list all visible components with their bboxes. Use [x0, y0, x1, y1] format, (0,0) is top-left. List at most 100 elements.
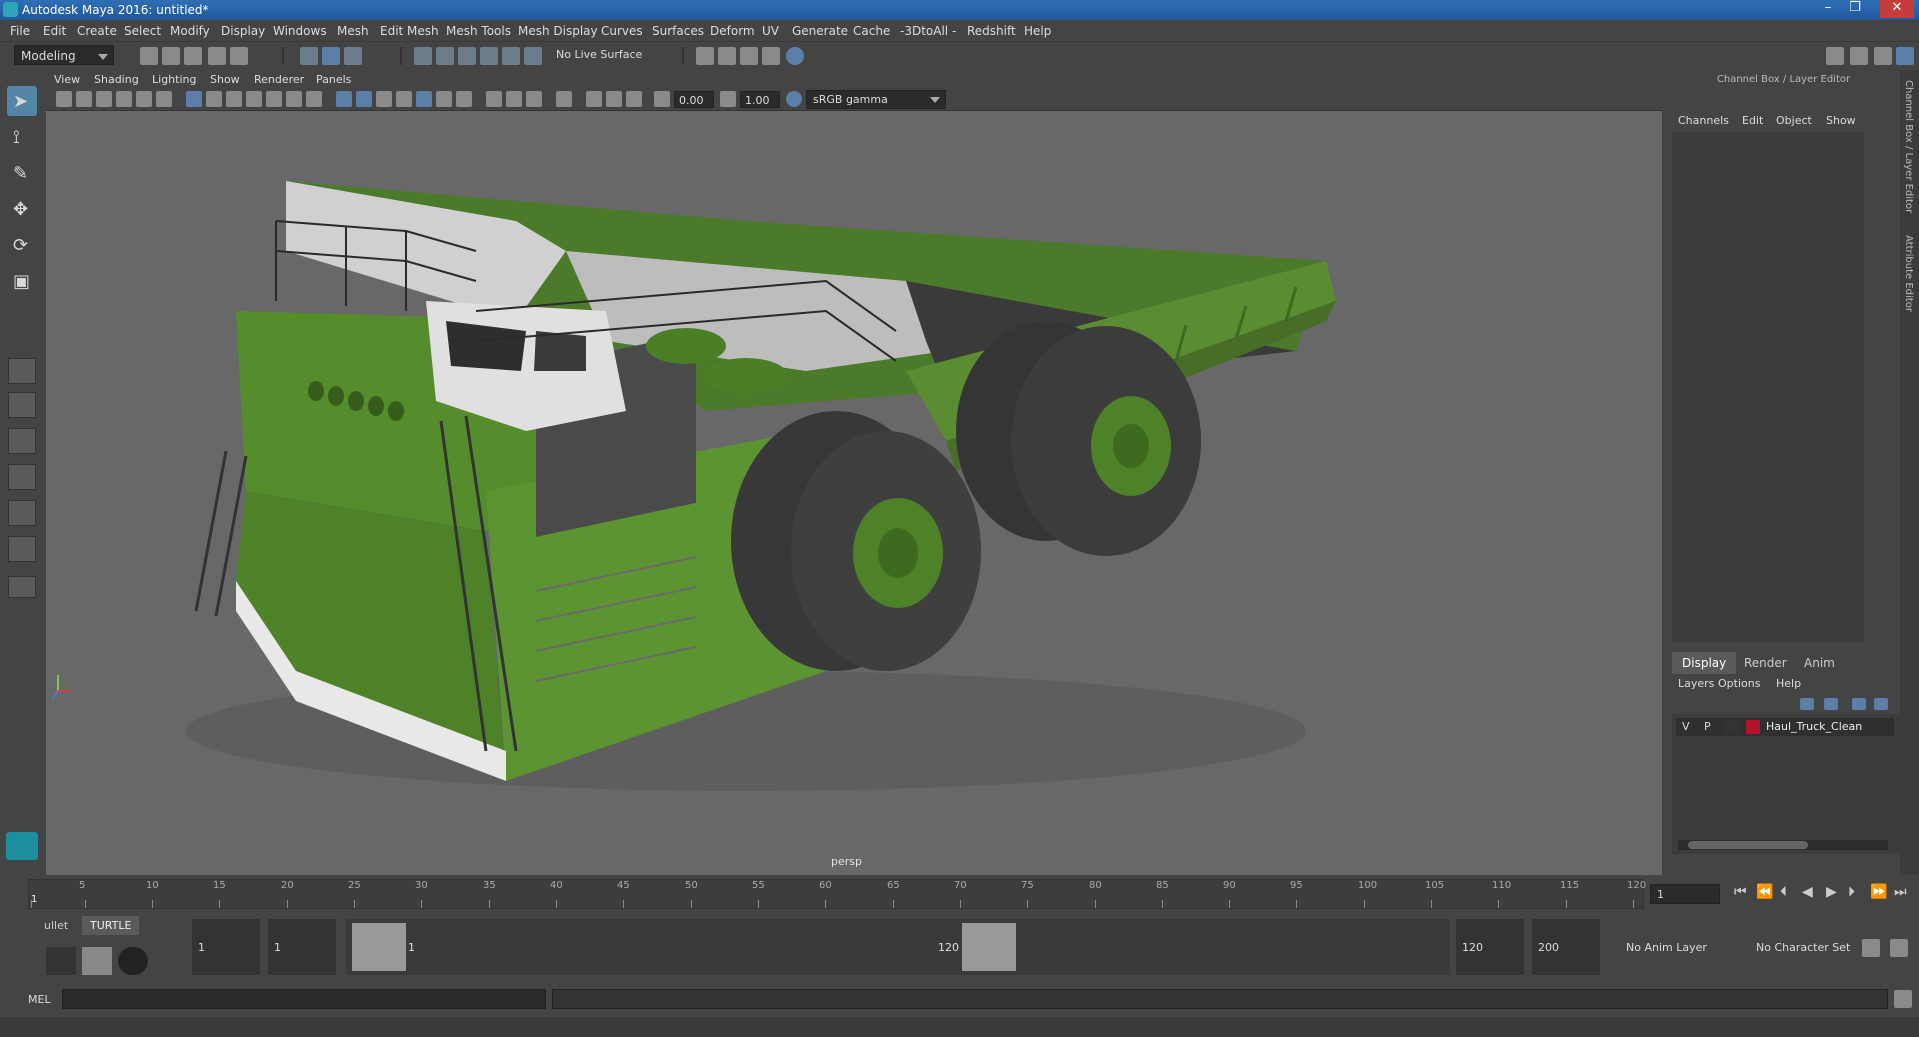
camera-attr-icon[interactable] [76, 91, 92, 107]
menu-3dtoall[interactable]: -3DtoAll - [900, 24, 956, 38]
viewport-menu-view[interactable]: View [54, 73, 80, 86]
cb-menu-edit[interactable]: Edit [1742, 114, 1763, 127]
undo-icon[interactable] [208, 47, 226, 65]
snap-view-plane-icon[interactable] [480, 47, 498, 65]
new-scene-icon[interactable] [140, 47, 158, 65]
scrollbar-thumb[interactable] [1688, 841, 1808, 849]
scale-tool[interactable]: ▣ [7, 266, 37, 296]
2d-pan-zoom-icon[interactable] [136, 91, 152, 107]
shelf-tab-turtle[interactable]: TURTLE [82, 916, 140, 935]
grid-icon[interactable] [186, 91, 202, 107]
snap-magnet-icon[interactable] [524, 47, 542, 65]
viewport-menu-lighting[interactable]: Lighting [152, 73, 196, 86]
new-empty-layer-icon[interactable] [1852, 698, 1866, 710]
default-material-icon[interactable] [376, 91, 392, 107]
select-hierarchy-icon[interactable] [300, 47, 318, 65]
menu-help[interactable]: Help [1024, 24, 1051, 38]
script-editor-icon[interactable] [1894, 990, 1912, 1008]
menu-select[interactable]: Select [124, 24, 161, 38]
exposure-field[interactable]: 0.00 [674, 91, 714, 108]
color-management-icon[interactable] [786, 91, 802, 107]
persp-graph-layout-button[interactable] [8, 464, 36, 490]
character-set-dropdown[interactable]: No Character Set [1750, 919, 1860, 975]
range-start-handle[interactable] [352, 923, 406, 971]
layer-color-swatch[interactable] [1746, 720, 1760, 734]
hypershade-icon[interactable] [786, 47, 804, 65]
layer-name[interactable]: Haul_Truck_Clean [1766, 720, 1862, 733]
viewport-menu-show[interactable]: Show [210, 73, 240, 86]
maya-home-icon[interactable] [6, 832, 38, 860]
side-tab-attribute-editor[interactable]: Attribute Editor [1903, 235, 1914, 312]
gate-mask-icon[interactable] [246, 91, 262, 107]
persp-outliner-layout-button[interactable] [8, 428, 36, 454]
menu-edit[interactable]: Edit [43, 24, 66, 38]
anim-layer-dropdown[interactable]: No Anim Layer [1620, 919, 1724, 975]
move-layer-up-icon[interactable] [1800, 698, 1814, 710]
render-view-icon[interactable] [762, 47, 780, 65]
step-forward-key-icon[interactable]: ⏩ [1870, 884, 1887, 900]
snap-live-icon[interactable] [502, 47, 520, 65]
gamma-icon[interactable] [720, 91, 736, 107]
haul-truck-model[interactable] [46, 111, 1662, 875]
custom-layout-button[interactable] [8, 576, 36, 598]
channel-box-body[interactable] [1672, 132, 1864, 642]
motion-blur-icon[interactable] [506, 91, 522, 107]
viewport-menu-shading[interactable]: Shading [94, 73, 139, 86]
cb-menu-object[interactable]: Object [1776, 114, 1812, 127]
layer-row[interactable]: V P Haul_Truck_Clean [1676, 718, 1894, 736]
save-scene-icon[interactable] [184, 47, 202, 65]
channel-box-toggle-icon[interactable] [1896, 47, 1914, 65]
shelf-fire-icon[interactable] [46, 947, 76, 975]
xray-icon[interactable] [586, 91, 602, 107]
layer-menu-options[interactable]: Options [1718, 677, 1760, 690]
lasso-tool[interactable]: ⟟ [7, 122, 37, 152]
layer-menu-help[interactable]: Help [1776, 677, 1801, 690]
gamma-field[interactable]: 1.00 [740, 91, 780, 108]
outliner-icon[interactable] [1874, 47, 1892, 65]
time-slider-track[interactable]: 1 5 10 15 20 25 30 35 40 45 50 55 60 65 70 75 80 85 90 95 10… [28, 879, 1646, 909]
safe-action-icon[interactable] [286, 91, 302, 107]
snap-grid-icon[interactable] [414, 47, 432, 65]
auto-key-icon[interactable] [1862, 939, 1880, 957]
xray-joints-icon[interactable] [606, 91, 622, 107]
render-frame-icon[interactable] [718, 47, 736, 65]
single-view-layout-button[interactable] [8, 358, 36, 384]
shelf-collapse[interactable] [20, 921, 34, 977]
shelf-material-icon[interactable] [82, 947, 112, 975]
paint-select-tool[interactable]: ✎ [7, 158, 37, 188]
shelf-tab-bullet[interactable]: ullet [44, 919, 68, 932]
go-to-start-icon[interactable]: ⏮ [1734, 884, 1747, 900]
menu-cache[interactable]: Cache [853, 24, 890, 38]
menu-mesh[interactable]: Mesh [337, 24, 369, 38]
maximize-button[interactable]: ❐ [1842, 0, 1868, 18]
rotate-tool[interactable]: ⟳ [7, 230, 37, 260]
menu-file[interactable]: File [10, 24, 30, 38]
persp-uv-layout-button[interactable] [8, 536, 36, 562]
snap-point-icon[interactable] [458, 47, 476, 65]
bookmark-icon[interactable] [96, 91, 112, 107]
render-settings-icon[interactable] [696, 47, 714, 65]
range-end-handle[interactable] [962, 923, 1016, 971]
menu-create[interactable]: Create [77, 24, 117, 38]
layer-visibility-toggle[interactable]: V [1682, 720, 1690, 733]
toggle-panel-icon[interactable] [1850, 47, 1868, 65]
menu-uv[interactable]: UV [762, 24, 779, 38]
grease-pencil-icon[interactable] [156, 91, 172, 107]
new-layer-selected-icon[interactable] [1874, 698, 1888, 710]
current-frame-field[interactable]: 1 [1650, 884, 1720, 904]
color-space-dropdown[interactable]: sRGB gamma [806, 90, 946, 109]
film-gate-icon[interactable] [206, 91, 222, 107]
perspective-viewport[interactable]: persp [46, 111, 1662, 875]
menu-mesh-tools[interactable]: Mesh Tools [446, 24, 511, 38]
layer-reference-toggle[interactable] [1724, 720, 1740, 734]
tab-display[interactable]: Display [1672, 652, 1737, 674]
xray-components-icon[interactable] [626, 91, 642, 107]
menu-generate[interactable]: Generate [792, 24, 848, 38]
command-input[interactable] [62, 989, 546, 1009]
range-bar[interactable]: 1 120 [346, 919, 1450, 975]
move-tool[interactable]: ✥ [7, 194, 37, 224]
textured-icon[interactable] [416, 91, 432, 107]
command-language-label[interactable]: MEL [28, 993, 51, 1006]
menu-modify[interactable]: Modify [170, 24, 210, 38]
menu-edit-mesh[interactable]: Edit Mesh [380, 24, 439, 38]
